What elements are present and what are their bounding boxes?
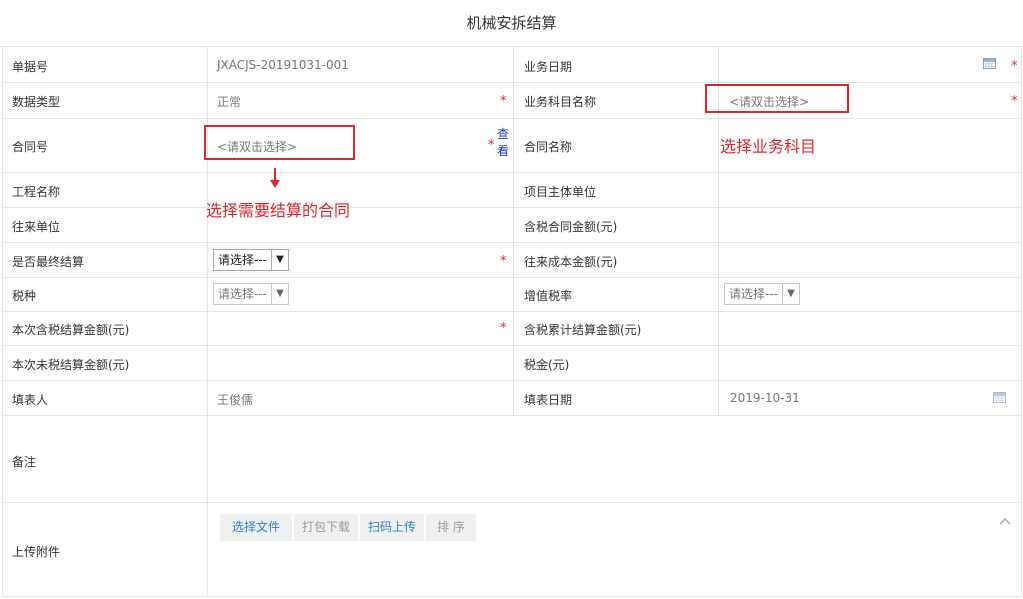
remark-textarea[interactable] [210, 418, 1018, 499]
annotation-highlight-box [204, 125, 355, 160]
view-link-char-2: 看 [497, 144, 510, 158]
view-link-char-1: 查 [497, 127, 510, 141]
tax-type-select[interactable]: 请选择--- ▼ [213, 283, 289, 305]
cum-tax-amount-label: 含税累计结算金额(元) [524, 323, 642, 337]
doc-no-value: JXACJS-20191031-001 [217, 58, 349, 72]
fill-date-label: 填表日期 [524, 393, 573, 407]
attachment-label: 上传附件 [12, 545, 61, 559]
fill-date-input[interactable]: 2019-10-31 [730, 391, 800, 405]
partner-cost-label: 往来成本金额(元) [524, 255, 618, 269]
col-divider [513, 47, 514, 416]
col-divider [1021, 47, 1022, 597]
sort-button[interactable]: 排 序 [426, 514, 476, 541]
biz-date-input[interactable] [722, 50, 977, 78]
contract-name-label: 合同名称 [524, 140, 573, 154]
annotation-select-subject: 选择业务科目 [720, 137, 817, 156]
required-mark: * [1011, 94, 1018, 109]
row-divider [2, 242, 1021, 243]
select-arrow-icon: ▼ [271, 250, 288, 270]
remark-label: 备注 [12, 455, 37, 469]
tax-amount-label: 税金(元) [524, 358, 570, 372]
vat-rate-select[interactable]: 请选择--- ▼ [724, 283, 800, 305]
row-divider [2, 118, 1021, 119]
required-mark: * [500, 254, 507, 269]
page-title: 机械安拆结算 [0, 0, 1023, 47]
annotation-select-contract: 选择需要结算的合同 [206, 201, 351, 220]
tax-type-label: 税种 [12, 289, 37, 303]
filler-value: 王俊儒 [217, 393, 254, 407]
filler-label: 填表人 [12, 393, 49, 407]
required-mark: * [1011, 59, 1018, 74]
project-owner-label: 项目主体单位 [524, 185, 597, 199]
this-notax-amount-label: 本次未税结算金额(元) [12, 358, 130, 372]
select-arrow-icon: ▼ [271, 284, 288, 304]
required-mark: * [488, 138, 495, 153]
subject-name-label: 业务科目名称 [524, 95, 597, 109]
collapse-chevron-icon[interactable] [999, 517, 1011, 525]
col-divider [2, 47, 3, 597]
select-arrow-icon: ▼ [782, 284, 799, 304]
scan-upload-button[interactable]: 扫码上传 [360, 514, 424, 541]
calendar-icon[interactable] [983, 58, 996, 69]
is-final-select-value: 请选择--- [218, 253, 267, 267]
view-contract-link[interactable]: 查 看 [497, 127, 509, 159]
row-divider [2, 277, 1021, 278]
this-tax-amount-input[interactable] [210, 314, 495, 342]
data-type-label: 数据类型 [12, 95, 61, 109]
vat-rate-label: 增值税率 [524, 289, 573, 303]
project-name-label: 工程名称 [12, 185, 61, 199]
row-divider [2, 311, 1021, 312]
contract-no-label: 合同号 [12, 140, 49, 154]
row-divider [2, 596, 1021, 597]
row-divider [2, 345, 1021, 346]
calendar-icon[interactable] [993, 392, 1006, 403]
row-divider [2, 380, 1021, 381]
is-final-select[interactable]: 请选择--- ▼ [213, 249, 289, 271]
biz-date-label: 业务日期 [524, 60, 573, 74]
row-divider [2, 207, 1021, 208]
doc-no-label: 单据号 [12, 60, 49, 74]
data-type-value: 正常 [217, 95, 242, 109]
partner-label: 往来单位 [12, 220, 61, 234]
required-mark: * [500, 321, 507, 336]
tax-type-select-value: 请选择--- [218, 287, 267, 301]
required-mark: * [500, 94, 507, 109]
tax-contract-amount-label: 含税合同金额(元) [524, 220, 618, 234]
annotation-highlight-box [705, 84, 849, 113]
row-divider [2, 172, 1021, 173]
select-file-button[interactable]: 选择文件 [220, 514, 292, 541]
this-tax-amount-label: 本次含税结算金额(元) [12, 323, 130, 337]
is-final-label: 是否最终结算 [12, 255, 85, 269]
row-divider [2, 415, 1021, 416]
annotation-arrow-icon [270, 168, 280, 188]
pack-download-button[interactable]: 打包下载 [294, 514, 358, 541]
row-divider [2, 502, 1021, 503]
row-divider [2, 82, 1021, 83]
vat-rate-select-value: 请选择--- [729, 287, 778, 301]
